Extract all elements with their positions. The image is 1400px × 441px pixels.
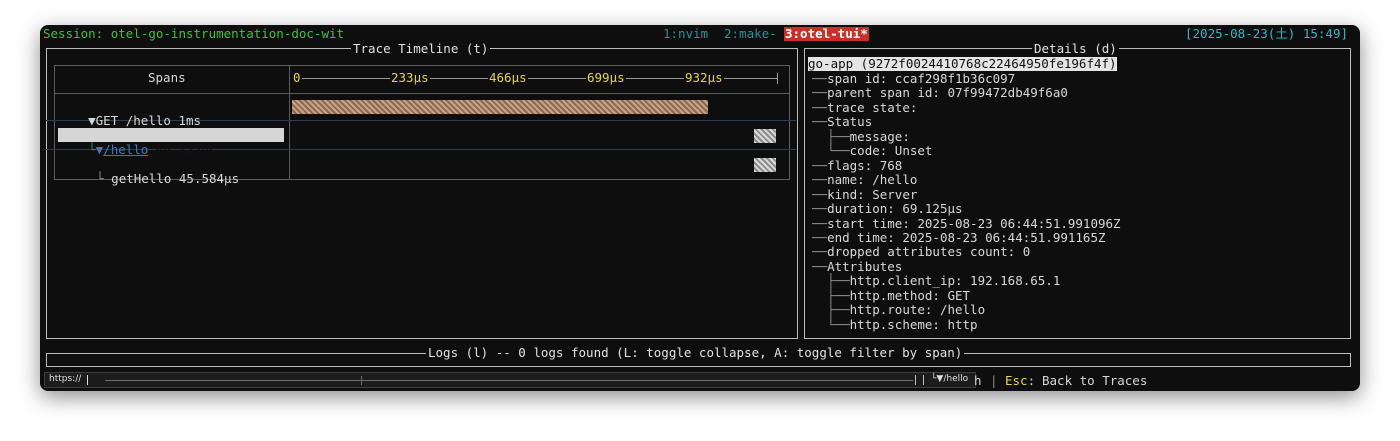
table-border-left [54,65,55,180]
span-label: GET /hello 1ms [95,113,201,128]
search-hint-tail: h [974,373,982,388]
span-bar[interactable] [754,129,777,143]
span-duration: 69.125µs [155,142,217,157]
span-bar[interactable] [754,158,777,172]
span-bar[interactable] [292,100,709,114]
tree-branch-icon: ── [812,114,828,130]
detail-field[interactable]: ──dropped attributes count: 0 [812,245,1030,259]
spans-column-header: Spans [148,70,186,85]
detail-field-text: http.scheme: http [849,316,978,332]
detail-field-text: trace state: [827,99,918,115]
tree-branch-icon: └── [812,143,850,159]
browser-url-overlay[interactable]: https:// └▼/hello [44,372,976,388]
detail-field[interactable]: ──Attributes [812,258,903,274]
detail-field-text: name: /hello [827,172,918,188]
detail-field-text: http.route: /hello [849,302,986,318]
url-track [105,380,913,381]
detail-field[interactable]: ├──http.method: GET [812,287,971,303]
detail-field[interactable]: ├──message: [812,128,910,144]
detail-field[interactable]: ──name: /hello [812,173,917,187]
span-label-link[interactable]: /hello [103,142,148,157]
back-to-traces-action[interactable]: Back to Traces [1042,374,1147,388]
tree-branch-icon: ── [812,244,828,260]
logs-title: Logs (l) -- 0 logs found (L: toggle coll… [426,345,965,360]
detail-field[interactable]: ├──http.route: /hello [812,303,985,317]
tree-branch-icon: ── [812,186,828,202]
detail-field[interactable]: ──span id: ccaf298f1b36c097 [812,72,1015,86]
detail-field-text: parent span id: 07f99472db49f6a0 [827,85,1068,101]
detail-field-text: code: Unset [849,143,933,159]
esc-key-hint: Esc: [1005,373,1036,388]
detail-field[interactable]: ──start time: 2025-08-23 06:44:51.991096… [812,215,1121,231]
time-tick-label: 233µs [390,70,430,85]
tree-branch-chevron-icon[interactable]: └▼ [88,142,103,157]
detail-field-text: start time: 2025-08-23 06:44:51.991096Z [827,215,1121,231]
table-column-divider [289,65,290,180]
detail-field[interactable]: ──duration: 69.125µs [812,202,963,216]
session-name: Session: otel-go-instrumentation-doc-wit [43,26,345,41]
table-border-header [54,93,790,94]
time-tick-label: 699µs [586,70,626,85]
detail-field[interactable]: ──Status [812,115,872,129]
detail-field[interactable]: ├──http.client_ip: 192.168.65.1 [812,274,1060,288]
span-label: getHello 45.584µs [111,171,240,186]
detail-field[interactable]: ──end time: 2025-08-23 06:44:51.991165Z [812,229,1106,245]
time-tick-label: 0 [292,70,302,85]
table-border-top [54,65,790,66]
tree-branch-icon: ├── [812,273,850,289]
table-border-right [789,65,790,180]
tree-branch-icon: ── [812,201,828,217]
detail-field-text: end time: 2025-08-23 06:44:51.991165Z [827,229,1106,245]
tree-branch-icon: └── [812,316,850,332]
url-right-label: └▼/hello [931,374,969,384]
detail-field-text: kind: Server [827,186,918,202]
detail-field-text: duration: 69.125µs [827,201,963,217]
detail-field-text: Attributes [827,258,903,274]
tree-branch-icon: ── [812,157,828,173]
url-track-mark [361,376,362,385]
details-title: Details (d) [1032,41,1119,56]
detail-field[interactable]: └──http.scheme: http [812,316,978,332]
detail-field-text: span id: ccaf298f1b36c097 [827,71,1016,86]
tree-branch-icon: ── [812,215,828,231]
tree-branch-icon: ── [812,172,828,188]
tree-branch-icon: ── [812,99,828,115]
url-divider [923,375,924,385]
tree-branch-icon: ├── [812,128,850,144]
terminal-window: Session: otel-go-instrumentation-doc-wit… [40,25,1360,391]
detail-field[interactable]: ──flags: 768 [812,157,903,173]
details-service-header[interactable]: go-app (9272f0024410768c22464950fe196f4f… [808,57,1117,71]
url-divider [915,375,916,385]
detail-field-text: flags: 768 [827,157,903,173]
tmux-window-tab-otel-tui[interactable]: 3:otel-tui* [784,27,869,41]
detail-field[interactable]: ──parent span id: 07f99472db49f6a0 [812,86,1068,100]
detail-field-text: message: [849,128,910,144]
detail-field-text: http.client_ip: 192.168.65.1 [849,273,1061,289]
collapse-chevron-icon[interactable]: ▼ [88,113,96,128]
tree-branch-icon: └ [96,171,104,186]
tmux-window-tab-make[interactable]: 2:make- [724,27,777,41]
tree-branch-icon: ── [812,229,828,245]
detail-field[interactable]: ──trace state: [812,99,918,115]
status-clock: [2025-08-23(土) 15:49] [1185,26,1349,41]
url-text: https:// [49,374,82,384]
time-axis-end [777,73,778,84]
tree-branch-icon: ── [812,85,828,101]
tree-branch-icon: ├── [812,302,850,318]
text-cursor-icon [87,375,88,385]
detail-field[interactable]: ──kind: Server [812,186,918,202]
footer-separator: | [990,373,998,388]
tmux-window-tab-nvim[interactable]: 1:nvim [663,27,708,41]
tree-branch-icon: ── [812,258,828,274]
time-tick-label: 466µs [488,70,528,85]
time-tick-label: 932µs [684,70,724,85]
tree-branch-icon: ── [812,71,828,86]
trace-timeline-title: Trace Timeline (t) [351,41,491,56]
detail-field-text: Status [827,114,873,130]
tree-branch-icon: ├── [812,287,850,303]
span-row-gethello[interactable]: └ getHello 45.584µs [66,158,239,200]
detail-field[interactable]: └──code: Unset [812,144,932,158]
detail-field-text: dropped attributes count: 0 [827,244,1031,260]
detail-field-text: http.method: GET [849,287,971,303]
